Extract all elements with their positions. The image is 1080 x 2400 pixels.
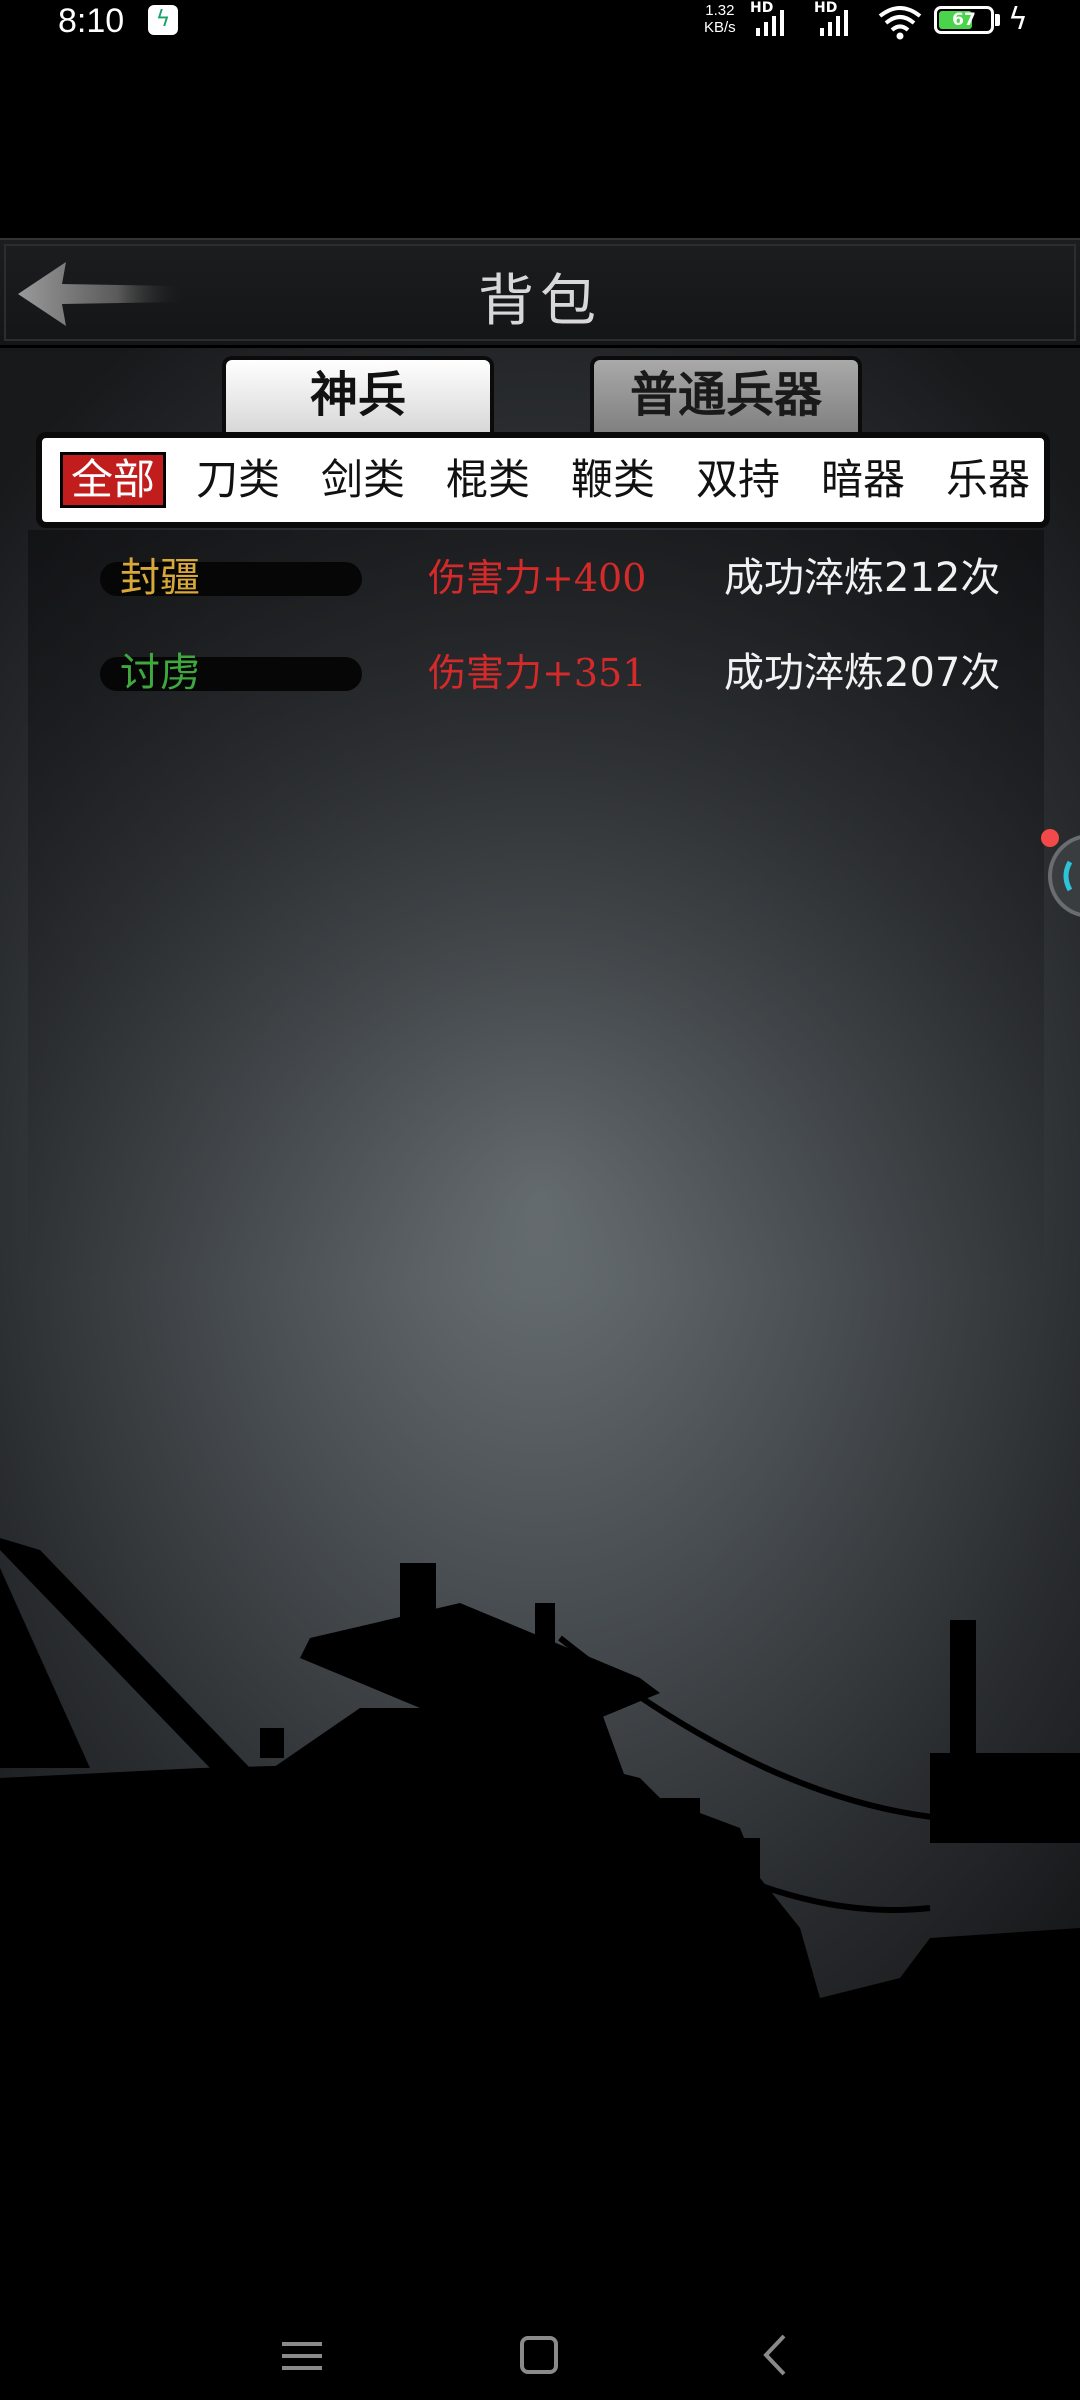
wifi-icon [878, 6, 922, 40]
filter-dual[interactable]: 双持 [685, 452, 791, 508]
status-bar: 8:10 ϟ 1.32 KB/s HD HD 67 ϟ [0, 0, 1080, 48]
item-damage: 伤害力+351 [428, 651, 647, 695]
floating-assistant-icon[interactable] [1040, 828, 1080, 924]
battery-level: 67 [952, 10, 976, 30]
charging-icon: ϟ [1008, 2, 1028, 37]
home-icon[interactable] [504, 2320, 574, 2390]
inventory-screen: 背包 神兵 普通兵器 全部 刀类 剑类 棍类 鞭类 双持 暗器 乐器 封疆 伤害… [0, 238, 1080, 2088]
menu-icon[interactable] [268, 2320, 338, 2390]
network-speed: 1.32 KB/s [704, 2, 736, 36]
signal-icon-1 [756, 6, 792, 36]
item-refine-count: 成功淬炼207次 [724, 650, 1001, 696]
filter-all[interactable]: 全部 [60, 452, 166, 508]
item-name: 讨虏 [120, 650, 200, 696]
list-item[interactable]: 讨虏 伤害力+351 成功淬炼207次 [28, 637, 1044, 707]
category-filter-bar: 全部 刀类 剑类 棍类 鞭类 双持 暗器 乐器 [36, 432, 1050, 528]
signal-icon-2 [820, 6, 856, 36]
speed-value: 1.32 [705, 2, 735, 19]
item-damage: 伤害力+400 [428, 556, 647, 600]
battery-icon: 67 [934, 6, 994, 34]
back-icon[interactable] [740, 2320, 810, 2390]
speed-unit: KB/s [704, 19, 736, 36]
list-item[interactable]: 封疆 伤害力+400 成功淬炼212次 [28, 542, 1044, 612]
item-name: 封疆 [120, 555, 200, 601]
filter-sword[interactable]: 剑类 [310, 452, 416, 508]
filter-instrument[interactable]: 乐器 [935, 452, 1041, 508]
notification-icon: ϟ [148, 5, 178, 35]
item-list: 封疆 伤害力+400 成功淬炼212次 讨虏 伤害力+351 成功淬炼207次 [28, 530, 1044, 1290]
battery-cap [995, 14, 1000, 26]
filter-staff[interactable]: 棍类 [435, 452, 541, 508]
system-nav-bar [0, 2300, 1080, 2400]
page-title: 背包 [478, 269, 602, 334]
filter-whip[interactable]: 鞭类 [560, 452, 666, 508]
filter-saber[interactable]: 刀类 [185, 452, 291, 508]
filter-hidden-weapon[interactable]: 暗器 [810, 452, 916, 508]
tab-divine-weapons[interactable]: 神兵 [222, 356, 494, 434]
tab-normal-weapons[interactable]: 普通兵器 [590, 356, 862, 434]
status-time: 8:10 [58, 2, 125, 40]
title-bar: 背包 [0, 238, 1080, 348]
item-refine-count: 成功淬炼212次 [724, 555, 1001, 601]
